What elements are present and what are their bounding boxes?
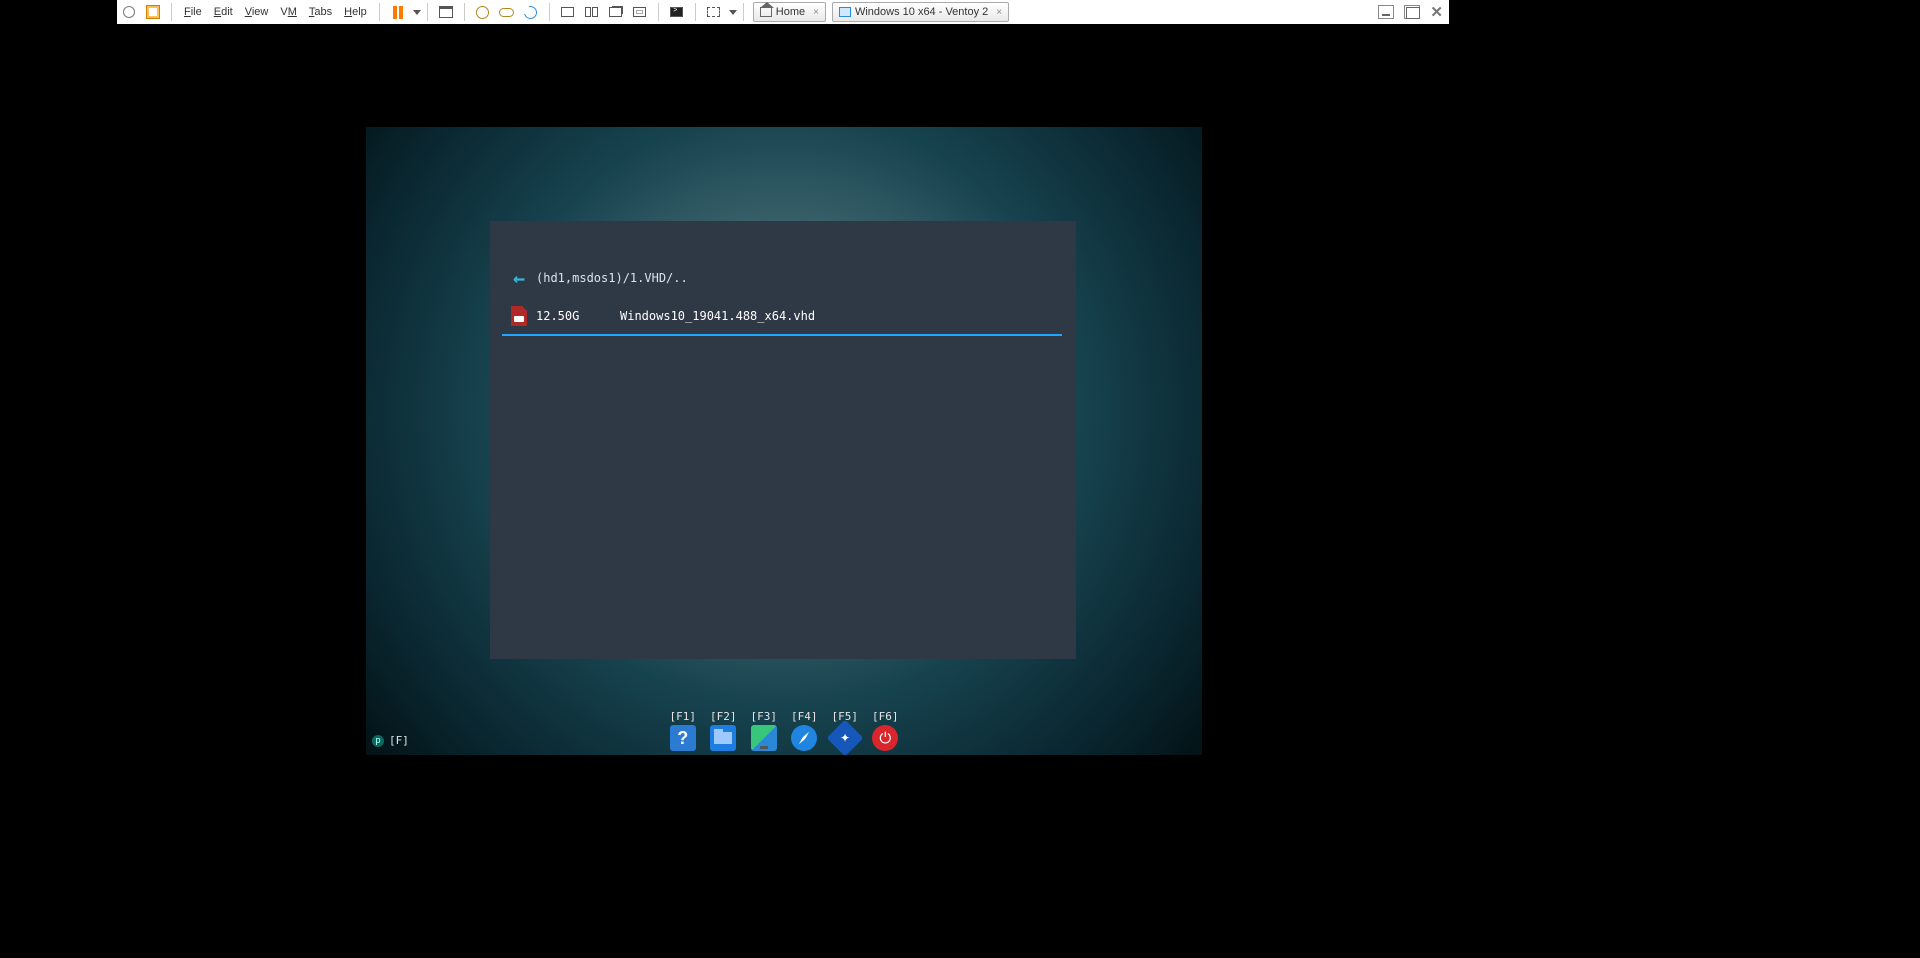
- display-mode-icon: [751, 725, 777, 751]
- hotkey-f5[interactable]: [F5] ✦: [832, 710, 859, 751]
- window-controls: ✕: [1378, 0, 1449, 24]
- hotkey-f4[interactable]: [F4]: [791, 710, 818, 751]
- snapshot-icon[interactable]: [475, 4, 491, 20]
- fullscreen-exit-icon[interactable]: [632, 4, 648, 20]
- separator: [379, 3, 380, 21]
- revert-snapshot-icon[interactable]: [499, 4, 515, 20]
- key-label: [F3]: [751, 710, 778, 723]
- close-tab-icon[interactable]: ×: [813, 7, 819, 18]
- separator: [549, 3, 550, 21]
- menu-edit[interactable]: Edit: [214, 6, 233, 18]
- tools-icon: ✦: [826, 720, 863, 757]
- separator: [658, 3, 659, 21]
- key-label: [F6]: [872, 710, 899, 723]
- corner-text: [F]: [389, 734, 409, 747]
- localboot-icon: [791, 725, 817, 751]
- menu-view[interactable]: View: [245, 6, 269, 18]
- vmware-toolbar: FFileile Edit View VM Tabs Help Home × W…: [117, 0, 1449, 24]
- send-ctrl-alt-del-icon[interactable]: [438, 4, 454, 20]
- vhd-file-icon: [511, 306, 527, 326]
- hotkey-f6[interactable]: [F6] ⏻: [872, 710, 899, 751]
- stretch-icon[interactable]: [706, 4, 722, 20]
- menu-tabs[interactable]: Tabs: [309, 6, 332, 18]
- back-arrow-icon: ←: [513, 266, 525, 290]
- console-icon[interactable]: [669, 4, 685, 20]
- file-row-selected[interactable]: 12.50G Windows10_19041.488_x64.vhd: [490, 299, 1076, 333]
- file-size: 12.50G: [536, 309, 620, 323]
- minimize-icon[interactable]: [1378, 5, 1394, 19]
- multi-monitor-icon[interactable]: [584, 4, 600, 20]
- separator: [464, 3, 465, 21]
- hotkey-f3[interactable]: [F3]: [751, 710, 778, 751]
- folder-icon: [710, 725, 736, 751]
- single-window-icon[interactable]: [560, 4, 576, 20]
- menu-help[interactable]: Help: [344, 6, 367, 18]
- key-label: [F1]: [670, 710, 697, 723]
- help-icon: ?: [670, 725, 696, 751]
- key-label: [F4]: [791, 710, 818, 723]
- separator: [743, 3, 744, 21]
- pin-icon[interactable]: [121, 4, 137, 20]
- key-label: [F2]: [710, 710, 737, 723]
- hotkey-f2[interactable]: [F2]: [710, 710, 737, 751]
- unity-icon[interactable]: [608, 4, 624, 20]
- ventoy-file-panel: ← (hd1,msdos1)/1.VHD/.. 12.50G Windows10…: [490, 221, 1076, 659]
- tab-home[interactable]: Home ×: [753, 2, 826, 22]
- ventoy-status-corner: p [F]: [372, 734, 409, 747]
- home-icon: [760, 7, 772, 17]
- status-dot-icon: p: [372, 735, 384, 747]
- close-window-icon[interactable]: ✕: [1430, 3, 1443, 21]
- monitor-icon: [839, 7, 851, 17]
- power-icon: ⏻: [872, 725, 898, 751]
- hotkey-f1[interactable]: [F1] ?: [670, 710, 697, 751]
- tab-label: Windows 10 x64 - Ventoy 2: [855, 6, 988, 18]
- guest-display[interactable]: ← (hd1,msdos1)/1.VHD/.. 12.50G Windows10…: [366, 127, 1202, 755]
- parent-dir-row[interactable]: ← (hd1,msdos1)/1.VHD/..: [490, 261, 1076, 295]
- manage-snapshots-icon[interactable]: [523, 4, 539, 20]
- stretch-dropdown-icon[interactable]: [729, 10, 737, 15]
- maximize-icon[interactable]: [1404, 5, 1420, 19]
- vmware-logo-icon[interactable]: [145, 4, 161, 20]
- power-dropdown-icon[interactable]: [413, 10, 421, 15]
- tab-vm-windows10[interactable]: Windows 10 x64 - Ventoy 2 ×: [832, 2, 1009, 22]
- selection-underline: [502, 334, 1062, 336]
- menu-vm[interactable]: VM: [280, 6, 297, 18]
- separator: [171, 3, 172, 21]
- menu-file[interactable]: FFileile: [184, 6, 202, 18]
- path-text: (hd1,msdos1)/1.VHD/..: [536, 271, 688, 285]
- ventoy-hotkey-bar: [F1] ? [F2] [F3] [F4] [F5] ✦ [F6] ⏻: [366, 710, 1202, 751]
- pause-vm-icon[interactable]: [390, 4, 406, 20]
- close-tab-icon[interactable]: ×: [996, 7, 1002, 18]
- separator: [695, 3, 696, 21]
- separator: [427, 3, 428, 21]
- file-name: Windows10_19041.488_x64.vhd: [620, 309, 815, 323]
- tab-label: Home: [776, 6, 805, 18]
